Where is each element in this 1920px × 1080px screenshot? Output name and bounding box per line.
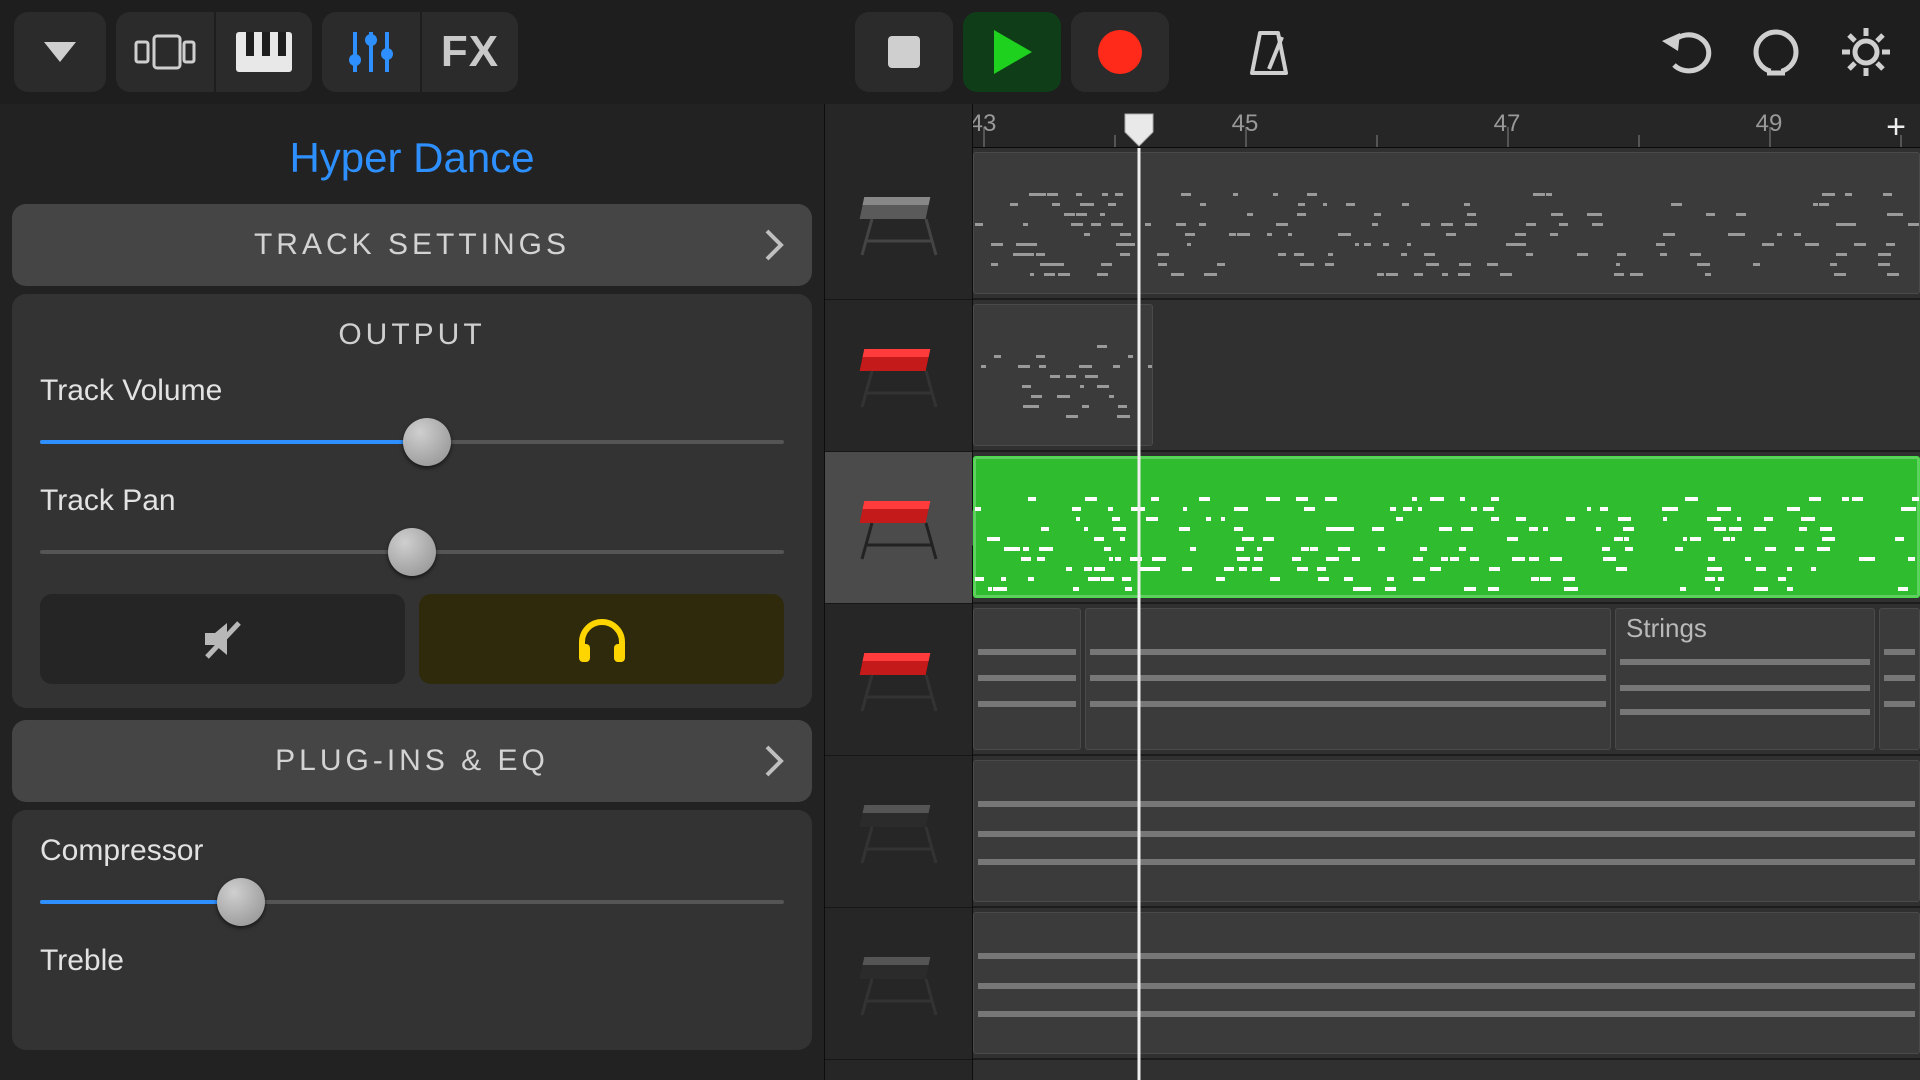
fx-label: FX: [441, 27, 499, 77]
keyboard-icon: [856, 341, 942, 411]
track-row[interactable]: [825, 908, 972, 1060]
ruler-number: 43: [973, 110, 996, 138]
headphones-icon: [574, 614, 630, 664]
stop-icon: [886, 34, 922, 70]
lane[interactable]: [973, 908, 1920, 1060]
plugins-label: PLUG-INS & EQ: [275, 744, 549, 778]
plugins-section: Compressor Treble: [12, 810, 812, 1050]
browser-view-button[interactable]: [116, 12, 214, 92]
midi-region[interactable]: [1085, 608, 1611, 750]
top-toolbar: FX: [0, 0, 1920, 104]
track-lanes: Strings: [973, 148, 1920, 1080]
track-row[interactable]: [825, 452, 972, 604]
compressor-label: Compressor: [40, 834, 784, 868]
track-row[interactable]: [825, 604, 972, 756]
chevron-right-icon: [764, 744, 784, 778]
undo-button[interactable]: [1646, 12, 1726, 92]
add-track-icon[interactable]: +: [1886, 108, 1906, 147]
ruler-number: 45: [1232, 110, 1259, 138]
track-headers-column: [825, 104, 973, 1080]
track-pan-slider[interactable]: [40, 530, 784, 574]
gear-icon: [1839, 25, 1893, 79]
lane[interactable]: [973, 300, 1920, 452]
playhead[interactable]: [1138, 148, 1141, 1080]
track-name: Hyper Dance: [0, 104, 824, 204]
piano-keys-icon: [234, 30, 294, 74]
track-volume-slider[interactable]: [40, 420, 784, 464]
play-button[interactable]: [963, 12, 1061, 92]
compressor-slider[interactable]: [40, 880, 784, 924]
ruler-number: 49: [1756, 110, 1783, 138]
midi-region[interactable]: [1879, 608, 1920, 750]
chevron-right-icon: [764, 228, 784, 262]
track-pan-label: Track Pan: [40, 484, 784, 518]
treble-label: Treble: [40, 944, 784, 978]
plugins-eq-button[interactable]: PLUG-INS & EQ: [12, 720, 812, 802]
record-icon: [1096, 28, 1144, 76]
fx-button[interactable]: FX: [420, 12, 518, 92]
view-menu-button[interactable]: [14, 12, 106, 92]
keyboard-icon: [856, 493, 942, 563]
keyboard-icon: [856, 189, 942, 259]
loop-icon: [1749, 25, 1803, 79]
mute-icon: [199, 615, 247, 663]
browser-icon: [134, 32, 196, 72]
output-section: OUTPUT Track Volume Track Pan: [12, 294, 812, 708]
undo-icon: [1658, 29, 1714, 75]
lane[interactable]: [973, 148, 1920, 300]
settings-button[interactable]: [1826, 12, 1906, 92]
metronome-button[interactable]: [1229, 12, 1309, 92]
solo-button[interactable]: [419, 594, 784, 684]
stop-button[interactable]: [855, 12, 953, 92]
play-icon: [990, 28, 1034, 76]
track-settings-label: TRACK SETTINGS: [254, 228, 570, 262]
main-area: Hyper Dance TRACK SETTINGS OUTPUT Track …: [0, 104, 1920, 1080]
mute-button[interactable]: [40, 594, 405, 684]
midi-region[interactable]: Strings: [1615, 608, 1875, 750]
output-label: OUTPUT: [40, 318, 784, 352]
sliders-icon: [345, 26, 397, 78]
track-controls-panel: Hyper Dance TRACK SETTINGS OUTPUT Track …: [0, 104, 825, 1080]
midi-region[interactable]: [973, 152, 1920, 294]
midi-region[interactable]: [973, 608, 1081, 750]
chevron-down-icon: [40, 38, 80, 66]
lane[interactable]: [973, 756, 1920, 908]
midi-region[interactable]: [973, 456, 1920, 598]
controls-fx-toggle: FX: [322, 12, 518, 92]
track-controls-button[interactable]: [322, 12, 420, 92]
midi-region[interactable]: [973, 304, 1153, 446]
region-label: Strings: [1626, 613, 1707, 644]
track-settings-button[interactable]: TRACK SETTINGS: [12, 204, 812, 286]
keyboard-icon: [856, 797, 942, 867]
record-button[interactable]: [1071, 12, 1169, 92]
midi-region[interactable]: [973, 760, 1920, 902]
keyboard-icon: [856, 949, 942, 1019]
keyboard-view-button[interactable]: [214, 12, 312, 92]
loop-button[interactable]: [1736, 12, 1816, 92]
lane[interactable]: Strings: [973, 604, 1920, 756]
track-row[interactable]: [825, 300, 972, 452]
keyboard-icon: [856, 645, 942, 715]
playhead-handle-icon[interactable]: [1123, 112, 1155, 148]
track-volume-label: Track Volume: [40, 374, 784, 408]
ruler-number: 47: [1494, 110, 1521, 138]
timeline-ruler[interactable]: + 43454749515355: [973, 104, 1920, 148]
track-row[interactable]: [825, 756, 972, 908]
metronome-icon: [1242, 25, 1296, 79]
midi-region[interactable]: [973, 912, 1920, 1054]
instrument-view-toggle: [116, 12, 312, 92]
timeline[interactable]: + 43454749515355: [973, 104, 1920, 1080]
track-row[interactable]: [825, 148, 972, 300]
lane[interactable]: [973, 452, 1920, 604]
